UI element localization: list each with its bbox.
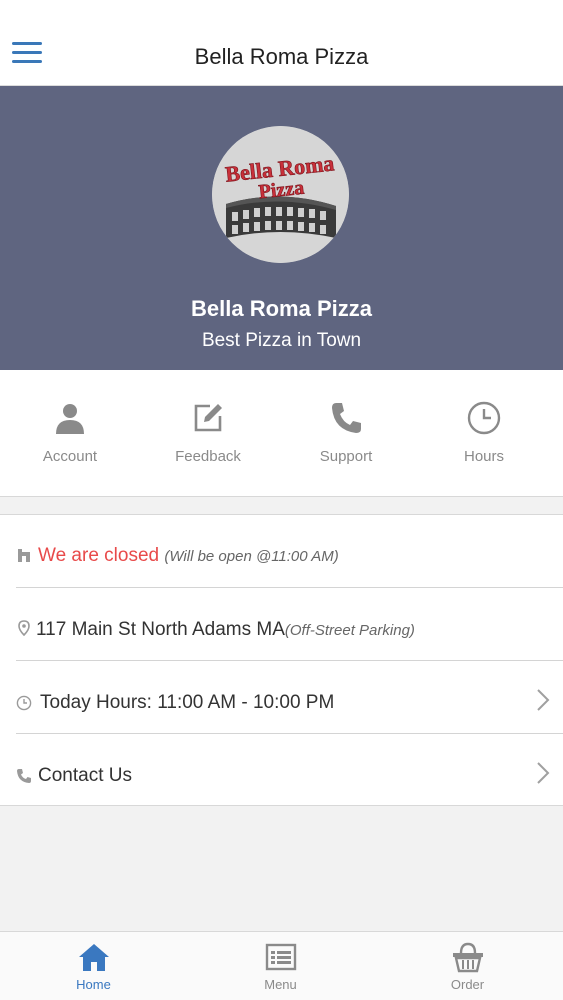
address-row[interactable]: 117 Main St North Adams MA(Off-Street Pa… (0, 588, 563, 661)
user-icon (56, 404, 84, 434)
hours-button[interactable]: Hours (414, 370, 554, 497)
chevron-right-icon (537, 762, 550, 784)
restaurant-name: Bella Roma Pizza (191, 296, 372, 321)
restaurant-banner: Bella Roma Pizza Bella Roma Pizza Best P… (0, 86, 563, 370)
store-icon (18, 549, 30, 562)
menu-list-icon (265, 943, 296, 971)
clock-small-icon (16, 695, 32, 711)
status-row: We are closed (Will be open @11:00 AM) (0, 515, 563, 588)
restaurant-logo: Bella Roma Pizza (212, 126, 349, 263)
account-button[interactable]: Account (0, 370, 140, 497)
account-label: Account (42, 448, 98, 465)
tab-order[interactable]: Order (374, 932, 561, 1000)
phone-small-icon (17, 769, 31, 783)
tab-menu[interactable]: Menu (187, 932, 374, 1000)
support-label: Support (319, 448, 373, 465)
page-title: Bella Roma Pizza (194, 44, 369, 69)
contact-row[interactable]: Contact Us (0, 734, 563, 807)
map-pin-icon (18, 620, 30, 636)
support-button[interactable]: Support (276, 370, 416, 497)
hours-row[interactable]: Today Hours: 11:00 AM - 10:00 PM (0, 661, 563, 734)
tab-home[interactable]: Home (0, 932, 187, 1000)
tab-menu-label: Menu (264, 977, 297, 992)
hours-label: Hours (463, 448, 504, 465)
home-icon (78, 944, 109, 971)
parking-note: (Off-Street Parking) (284, 622, 415, 639)
tab-home-label: Home (76, 977, 111, 992)
feedback-label: Feedback (175, 448, 241, 465)
bottom-tab-bar: Home Menu Order (0, 931, 563, 1000)
tab-order-label: Order (450, 977, 485, 992)
info-list: We are closed (Will be open @11:00 AM) 1… (0, 514, 563, 806)
closed-status: We are closed (38, 545, 160, 566)
open-time-note: (Will be open @11:00 AM) (164, 548, 339, 565)
restaurant-tagline: Best Pizza in Town (201, 330, 362, 351)
chevron-right-icon (537, 689, 550, 711)
address-text: 117 Main St North Adams MA (36, 619, 285, 640)
basket-icon (452, 942, 483, 973)
quick-actions-bar: Account Feedback Support Hours (0, 370, 563, 497)
app-header: Bella Roma Pizza (0, 0, 563, 86)
colosseum-logo-icon: Bella Roma Pizza (212, 126, 349, 263)
feedback-button[interactable]: Feedback (138, 370, 278, 497)
phone-icon (332, 403, 361, 433)
today-hours-text: Today Hours: 11:00 AM - 10:00 PM (40, 692, 335, 713)
edit-icon (194, 404, 222, 432)
clock-icon (467, 401, 501, 435)
contact-us-text: Contact Us (38, 765, 132, 786)
